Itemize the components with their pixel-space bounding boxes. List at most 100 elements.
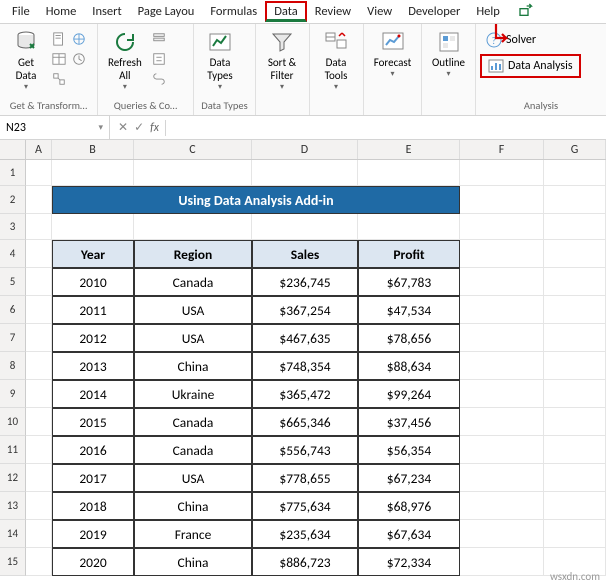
- cell-year[interactable]: 2019: [52, 520, 134, 548]
- get-data-button[interactable]: Get Data ▾: [4, 26, 48, 95]
- cancel-formula-button[interactable]: ✕: [118, 120, 128, 135]
- cell[interactable]: [460, 436, 544, 464]
- tab-file[interactable]: File: [4, 2, 38, 21]
- cell[interactable]: [26, 436, 52, 464]
- select-all-corner[interactable]: [0, 140, 26, 159]
- th-region[interactable]: Region: [134, 240, 252, 268]
- cell[interactable]: [460, 268, 544, 296]
- cell-region[interactable]: China: [134, 548, 252, 576]
- tab-insert[interactable]: Insert: [84, 2, 129, 21]
- cell-sales[interactable]: $778,655: [252, 464, 358, 492]
- cell-sales[interactable]: $665,346: [252, 408, 358, 436]
- cell[interactable]: [544, 324, 606, 352]
- cell[interactable]: [544, 214, 606, 240]
- edit-links-button[interactable]: [150, 70, 168, 88]
- col-B[interactable]: B: [52, 140, 134, 159]
- cell-region[interactable]: USA: [134, 296, 252, 324]
- existing-conn-button[interactable]: [50, 70, 68, 88]
- rownum[interactable]: 5: [0, 268, 26, 296]
- col-A[interactable]: A: [26, 140, 52, 159]
- cell[interactable]: [544, 464, 606, 492]
- cell[interactable]: [26, 464, 52, 492]
- tab-review[interactable]: Review: [307, 2, 359, 21]
- cell-region[interactable]: Canada: [134, 408, 252, 436]
- cell-profit[interactable]: $88,634: [358, 352, 460, 380]
- tab-help[interactable]: Help: [468, 2, 507, 21]
- cell[interactable]: [358, 160, 460, 186]
- title-banner[interactable]: Using Data Analysis Add-in: [52, 186, 460, 214]
- cell-profit[interactable]: $68,976: [358, 492, 460, 520]
- cell[interactable]: [252, 214, 358, 240]
- cell[interactable]: [460, 240, 544, 268]
- rownum[interactable]: 2: [0, 186, 26, 214]
- cell[interactable]: [358, 214, 460, 240]
- cell[interactable]: [134, 160, 252, 186]
- cell-region[interactable]: Canada: [134, 268, 252, 296]
- tab-developer[interactable]: Developer: [400, 2, 468, 21]
- cell-sales[interactable]: $367,254: [252, 296, 358, 324]
- cell[interactable]: [252, 160, 358, 186]
- properties-button[interactable]: [150, 50, 168, 68]
- refresh-all-button[interactable]: Refresh All ▾: [102, 26, 148, 95]
- cell-profit[interactable]: $99,264: [358, 380, 460, 408]
- rownum[interactable]: 8: [0, 352, 26, 380]
- data-tools-button[interactable]: Data Tools ▾: [314, 26, 358, 95]
- cell[interactable]: [460, 408, 544, 436]
- from-text-button[interactable]: [50, 30, 68, 48]
- cell[interactable]: [544, 160, 606, 186]
- tab-view[interactable]: View: [359, 2, 400, 21]
- from-table-button[interactable]: [50, 50, 68, 68]
- cell-year[interactable]: 2014: [52, 380, 134, 408]
- name-box[interactable]: N23 ▾: [0, 116, 110, 139]
- cell[interactable]: [460, 186, 544, 214]
- cell-region[interactable]: Ukraine: [134, 380, 252, 408]
- sort-filter-button[interactable]: Sort & Filter ▾: [260, 26, 304, 95]
- from-web-button[interactable]: [70, 30, 88, 48]
- cell-year[interactable]: 2017: [52, 464, 134, 492]
- cell-profit[interactable]: $67,634: [358, 520, 460, 548]
- cell[interactable]: [544, 436, 606, 464]
- cell[interactable]: [544, 296, 606, 324]
- outline-button[interactable]: Outline ▾: [426, 26, 471, 82]
- cell[interactable]: [26, 408, 52, 436]
- cell-sales[interactable]: $235,634: [252, 520, 358, 548]
- cell-sales[interactable]: $556,743: [252, 436, 358, 464]
- cell[interactable]: [544, 240, 606, 268]
- cell-region[interactable]: USA: [134, 464, 252, 492]
- cell[interactable]: [460, 352, 544, 380]
- rownum[interactable]: 12: [0, 464, 26, 492]
- cell-profit[interactable]: $47,534: [358, 296, 460, 324]
- cell[interactable]: [26, 160, 52, 186]
- recent-sources-button[interactable]: [70, 50, 88, 68]
- cell-year[interactable]: 2016: [52, 436, 134, 464]
- cell[interactable]: [26, 380, 52, 408]
- col-F[interactable]: F: [460, 140, 544, 159]
- cell[interactable]: [544, 380, 606, 408]
- share-button[interactable]: [512, 0, 540, 24]
- col-G[interactable]: G: [544, 140, 606, 159]
- cell-profit[interactable]: $78,656: [358, 324, 460, 352]
- tab-data[interactable]: Data: [265, 1, 307, 22]
- cell[interactable]: [544, 520, 606, 548]
- cell[interactable]: [26, 324, 52, 352]
- cell[interactable]: [460, 520, 544, 548]
- cell[interactable]: [544, 408, 606, 436]
- cell-year[interactable]: 2010: [52, 268, 134, 296]
- rownum[interactable]: 6: [0, 296, 26, 324]
- accept-formula-button[interactable]: ✓: [134, 120, 144, 135]
- cell[interactable]: [52, 214, 134, 240]
- rownum[interactable]: 13: [0, 492, 26, 520]
- cell-region[interactable]: China: [134, 492, 252, 520]
- rownum[interactable]: 4: [0, 240, 26, 268]
- rownum[interactable]: 9: [0, 380, 26, 408]
- cell-profit[interactable]: $56,354: [358, 436, 460, 464]
- cell[interactable]: [26, 214, 52, 240]
- cell-year[interactable]: 2012: [52, 324, 134, 352]
- cell[interactable]: [544, 352, 606, 380]
- cell[interactable]: [26, 352, 52, 380]
- cell-year[interactable]: 2020: [52, 548, 134, 576]
- tab-formulas[interactable]: Formulas: [202, 2, 265, 21]
- cell[interactable]: [26, 240, 52, 268]
- cell[interactable]: [460, 380, 544, 408]
- cell-year[interactable]: 2018: [52, 492, 134, 520]
